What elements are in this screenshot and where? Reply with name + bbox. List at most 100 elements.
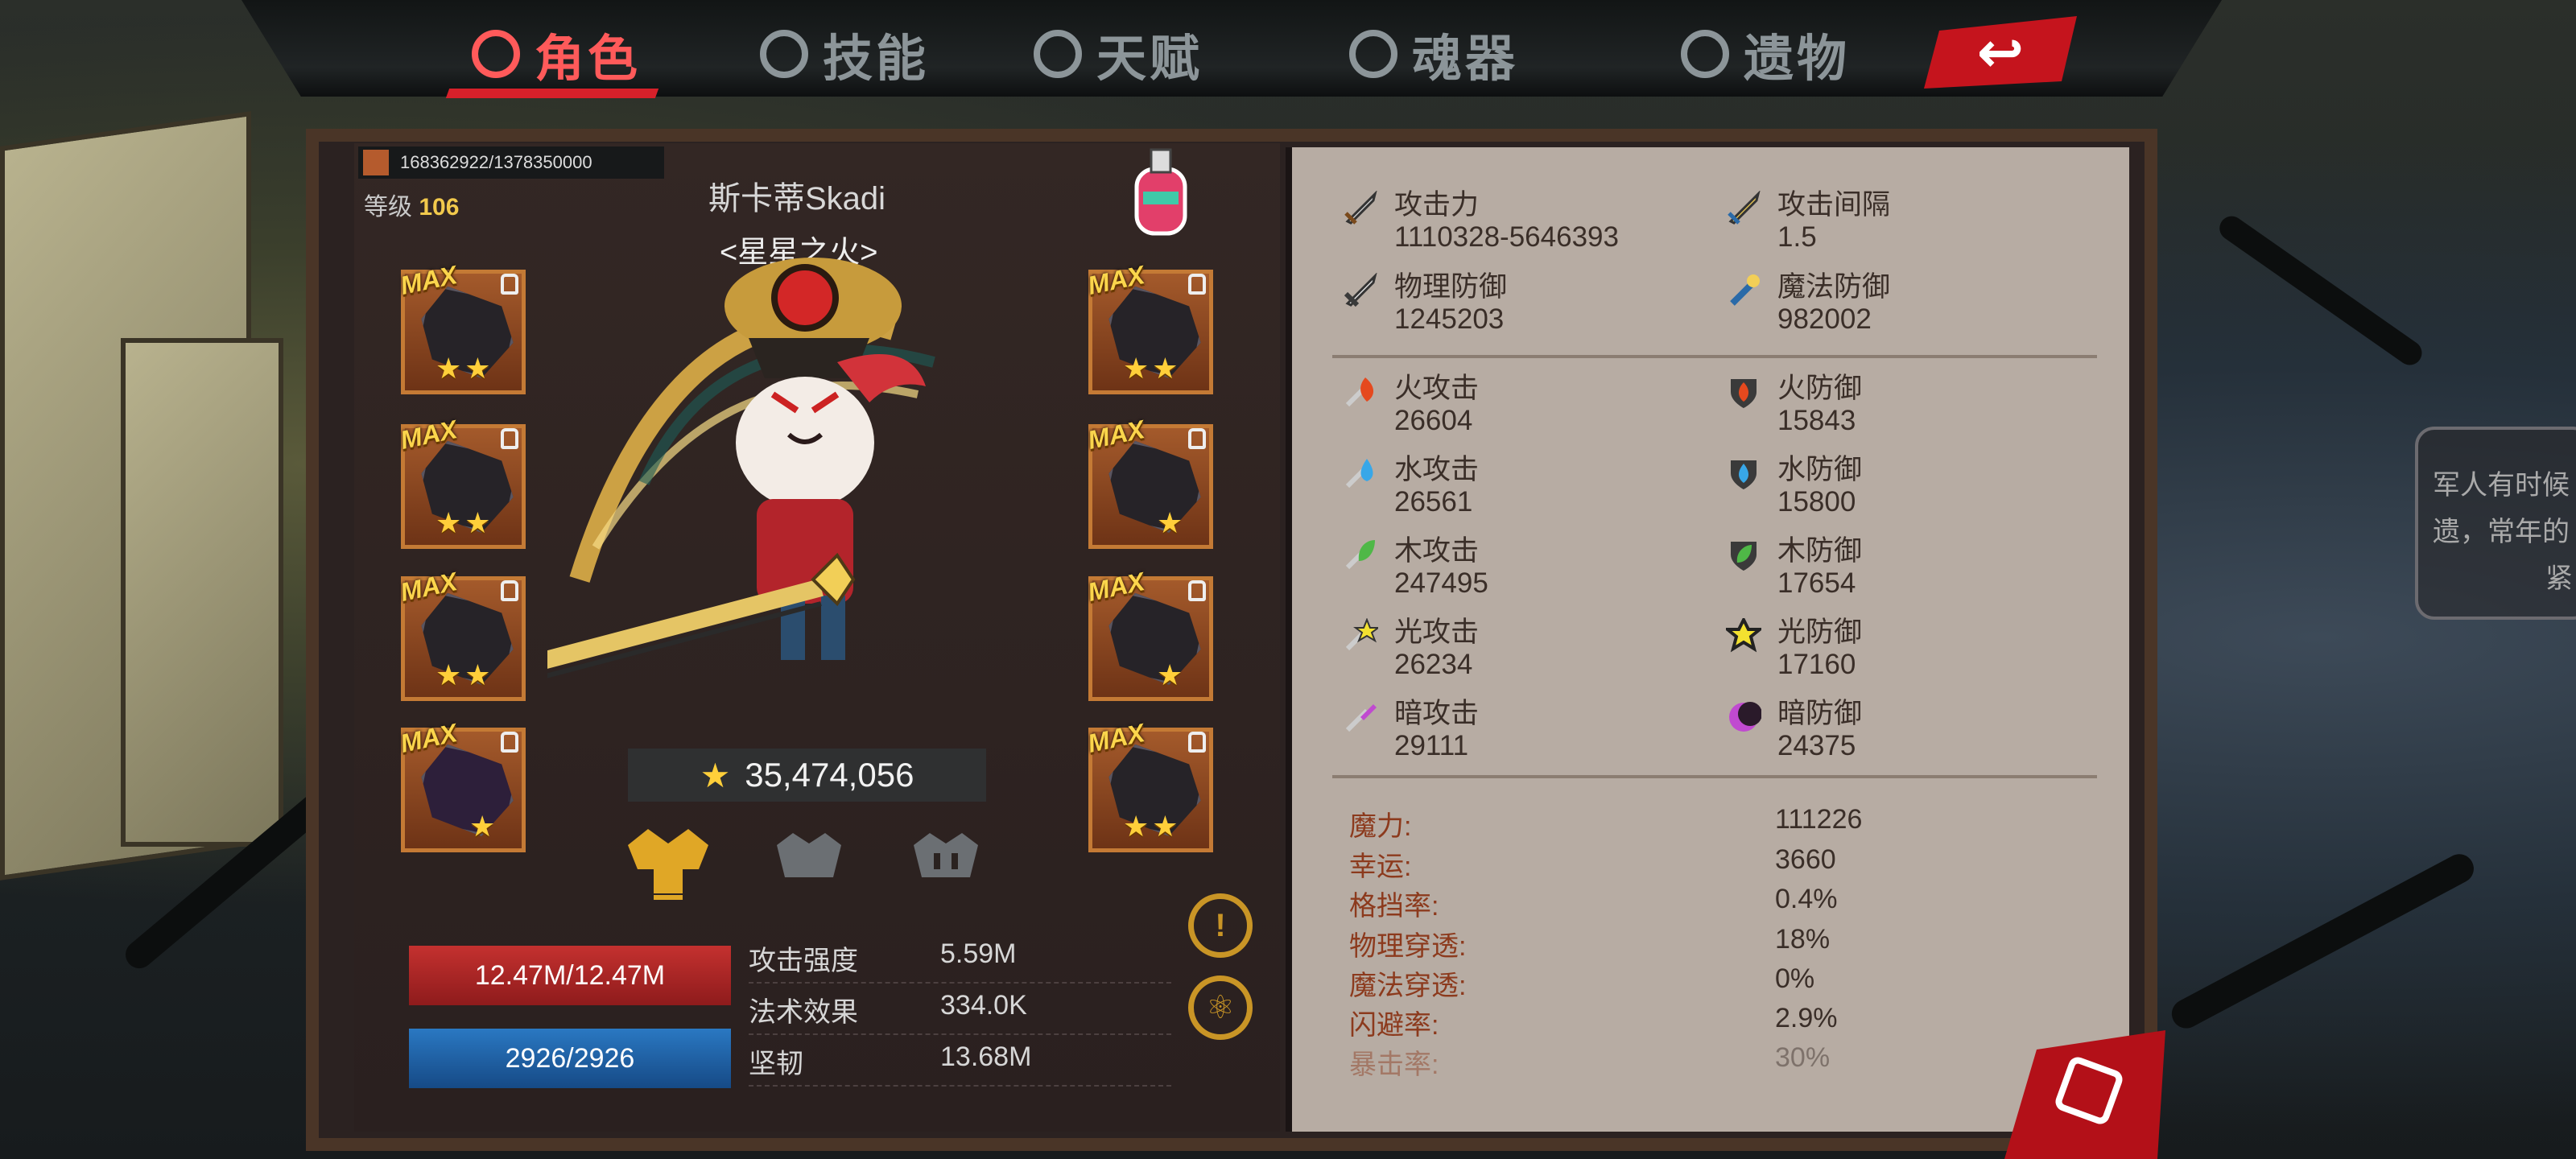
- stat-wood-defense: 木防御 17654: [1731, 535, 1863, 600]
- stat-label: 攻击间隔: [1777, 189, 1891, 221]
- tab-label: 角色: [535, 31, 642, 87]
- stat-wood-attack: 木攻击 247495: [1345, 535, 1488, 600]
- stat-label: 攻击力: [1394, 189, 1480, 221]
- magic-wand-icon: [1730, 274, 1760, 306]
- stat-physical-defense: 物理防御 1245203: [1344, 271, 1508, 336]
- stat-value: 1110328-5646393: [1394, 221, 1619, 253]
- power-progress-text: 168362922/1378350000: [400, 152, 592, 172]
- lock-icon: [1188, 274, 1206, 295]
- tab-character[interactable]: 角色: [472, 18, 641, 90]
- level-value: 106: [419, 194, 460, 221]
- stat-value: 1245203: [1394, 303, 1505, 335]
- dark-attack-icon: [1345, 704, 1377, 732]
- prop-label-block-rate: 格挡率:: [1349, 891, 1439, 922]
- tab-label: 天赋: [1096, 31, 1203, 87]
- tab-talent[interactable]: 天赋: [1034, 18, 1203, 90]
- stat-value: 15843: [1777, 405, 1856, 436]
- potion-icon[interactable]: [1129, 145, 1193, 241]
- gear-slot-left-1[interactable]: MAX ★★: [398, 260, 526, 394]
- prop-label-dodge-rate: 闪避率:: [1349, 1010, 1439, 1041]
- stat-label: 光攻击: [1394, 617, 1480, 648]
- stat-label: 暗攻击: [1394, 698, 1480, 729]
- dark-defense-icon: [1729, 702, 1761, 732]
- divider: [1332, 355, 2097, 358]
- hero-portrait[interactable]: [547, 241, 998, 692]
- tab-soul-vessel[interactable]: 魂器: [1349, 18, 1518, 90]
- substat-label: 攻击强度: [749, 946, 858, 976]
- prop-value-block-rate: 0.4%: [1775, 884, 1838, 914]
- tab-relic[interactable]: 遗物: [1681, 18, 1850, 90]
- gear-icon: [1100, 437, 1210, 538]
- lock-icon: [1188, 732, 1206, 753]
- armor-set-tab-active[interactable]: [620, 821, 716, 901]
- lock-icon: [1188, 580, 1206, 601]
- gear-slot-right-1[interactable]: MAX ★★: [1085, 260, 1213, 394]
- exclamation-icon: !: [1215, 907, 1226, 943]
- scroll-box-icon: [2053, 1054, 2125, 1127]
- stat-label: 水攻击: [1394, 454, 1480, 485]
- star-rating: ★★: [436, 352, 494, 385]
- prop-label-luck: 幸运:: [1349, 852, 1412, 882]
- stat-fire-defense: 火防御 15843: [1731, 373, 1862, 437]
- stat-dark-attack: 暗攻击 29111: [1345, 698, 1480, 762]
- gear-slot-right-2[interactable]: MAX ★: [1085, 415, 1213, 549]
- speech-line: 遗，常年的: [2433, 517, 2570, 547]
- substat-value: 5.59M: [940, 938, 1017, 969]
- gear-slot-left-4[interactable]: MAX ★: [398, 718, 526, 852]
- lock-icon: [501, 580, 518, 601]
- stat-label: 光防御: [1777, 617, 1863, 648]
- battle-power: ★ 35,474,056: [628, 749, 986, 802]
- divider: [1332, 775, 2097, 778]
- stat-magic-defense: 魔法防御 982002: [1730, 271, 1890, 336]
- demon-face-icon: [472, 30, 520, 78]
- stat-label: 木攻击: [1394, 535, 1480, 567]
- mp-value: 2926/2926: [505, 1042, 635, 1074]
- lock-icon: [501, 732, 518, 753]
- stat-light-attack: 光攻击 26234: [1345, 617, 1480, 681]
- water-attack-icon: [1345, 459, 1373, 489]
- substat-attack-power: 攻击强度 5.59M: [749, 932, 1171, 984]
- stat-label: 木防御: [1777, 535, 1863, 567]
- stat-label: 火攻击: [1394, 373, 1480, 404]
- gear-slot-left-2[interactable]: MAX ★★: [398, 415, 526, 549]
- prop-value-magic-power: 111226: [1775, 804, 1863, 835]
- armor-set-tab[interactable]: [898, 821, 994, 901]
- light-defense-icon: [1726, 618, 1761, 653]
- relic-swirl-icon: [1681, 30, 1729, 78]
- attribute-detail-button[interactable]: ⚛: [1188, 975, 1253, 1040]
- gear-slot-right-3[interactable]: MAX ★: [1085, 567, 1213, 701]
- battle-power-value: 35,474,056: [745, 756, 914, 794]
- speech-line: 紧: [2545, 563, 2573, 594]
- gear-slot-left-3[interactable]: MAX ★★: [398, 567, 526, 701]
- prop-label-magic-power: 魔力:: [1349, 811, 1412, 842]
- power-progress: 168362922/1378350000: [358, 146, 664, 179]
- soul-vessel-icon: [1349, 30, 1397, 78]
- wood-attack-icon: [1345, 540, 1375, 570]
- tab-skills[interactable]: 技能: [760, 18, 929, 90]
- info-button[interactable]: !: [1188, 893, 1253, 958]
- stat-value: 982002: [1777, 303, 1872, 335]
- prop-value-magic-penetration: 0%: [1775, 963, 1815, 994]
- stat-fire-attack: 火攻击 26604: [1345, 373, 1480, 437]
- tab-label: 遗物: [1744, 31, 1851, 87]
- armor-set-tab[interactable]: [761, 821, 857, 901]
- water-defense-icon: [1731, 460, 1757, 489]
- star-rating: ★: [1157, 658, 1187, 691]
- stat-value: 29111: [1394, 730, 1469, 761]
- stat-value: 24375: [1777, 730, 1856, 761]
- stats-sheet: 攻击力 1110328-5646393 攻击间隔 1.5 物理防御 124520…: [1286, 147, 2129, 1132]
- star-rating: ★★: [1123, 810, 1182, 843]
- star-rating: ★: [469, 810, 499, 843]
- prop-value-luck: 3660: [1775, 844, 1836, 875]
- level-label: 等级: [364, 194, 412, 221]
- stat-value: 1.5: [1777, 221, 1817, 253]
- stat-label: 物理防御: [1394, 271, 1508, 303]
- ruin-block: [121, 338, 283, 847]
- prop-value-physical-penetration: 18%: [1775, 924, 1831, 955]
- substat-value: 334.0K: [940, 990, 1027, 1021]
- lock-icon: [501, 428, 518, 449]
- substat-toughness: 坚韧 13.68M: [749, 1035, 1171, 1087]
- substat-value: 13.68M: [940, 1041, 1032, 1072]
- talent-crest-icon: [1034, 30, 1082, 78]
- gear-slot-right-4[interactable]: MAX ★★: [1085, 718, 1213, 852]
